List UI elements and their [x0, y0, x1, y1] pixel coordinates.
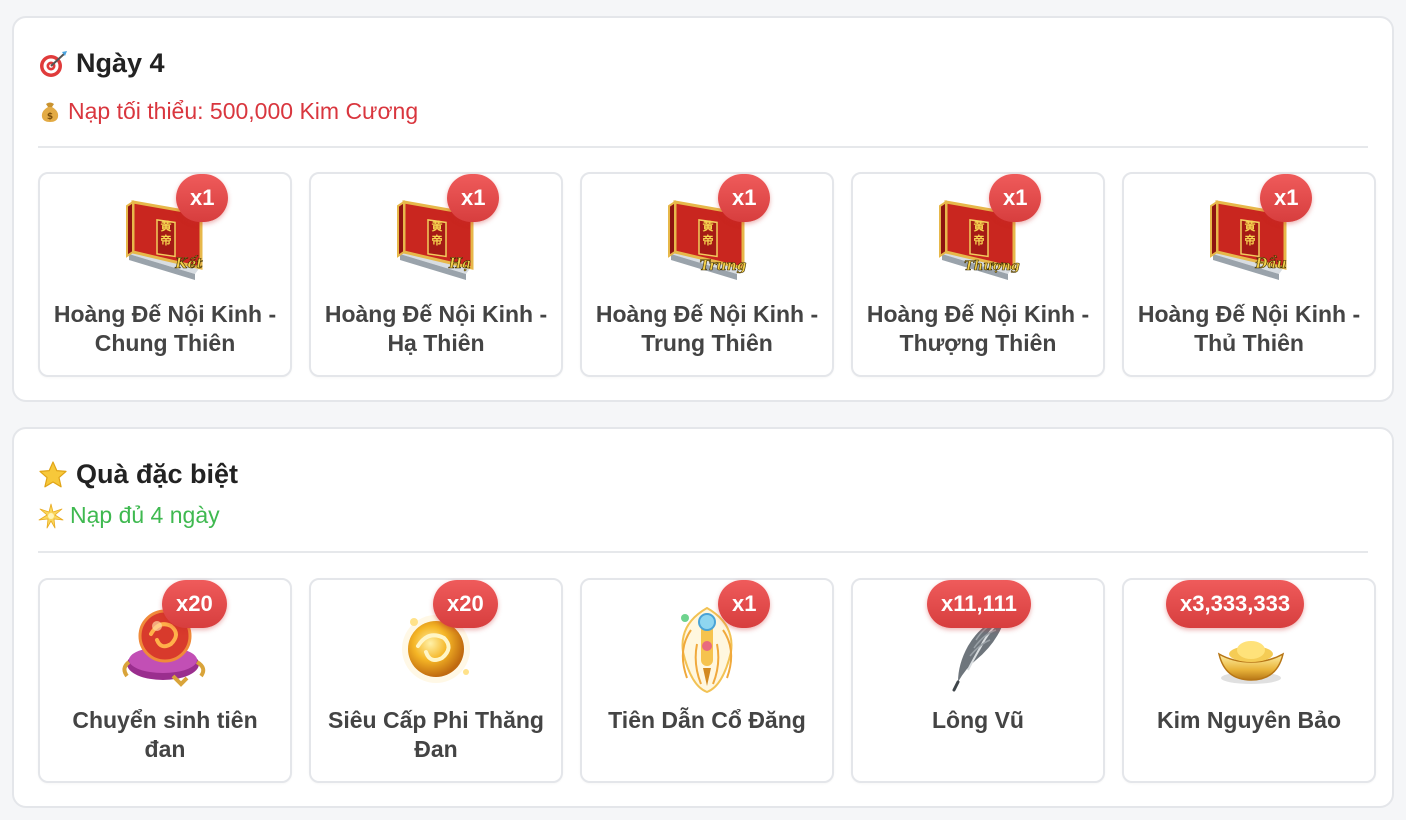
svg-text:黄: 黄 — [161, 219, 172, 233]
reward-name: Chuyển sinh tiên đan — [72, 707, 258, 762]
svg-text:帝: 帝 — [161, 233, 172, 247]
reward-name: Tiên Dẫn Cổ Đăng — [608, 707, 806, 733]
day-4-panel: Ngày 4 $ Nạp tối thiểu: 500,000 Kim Cươn… — [12, 16, 1394, 402]
svg-text:Trung: Trung — [700, 258, 747, 274]
special-title: Quà đặc biệt — [38, 459, 238, 490]
quantity-badge: x3,333,333 — [1166, 580, 1305, 628]
svg-text:黄: 黄 — [703, 219, 714, 233]
reward-card[interactable]: x11,111 Lông Vũ — [851, 578, 1105, 783]
reward-card[interactable]: x3,333,333 Kim Nguyên Bảo — [1122, 578, 1376, 783]
svg-text:帝: 帝 — [703, 233, 714, 247]
quantity-badge: x1 — [447, 174, 500, 222]
special-subtitle-text: Nạp đủ 4 ngày — [70, 502, 220, 528]
svg-text:黄: 黄 — [432, 219, 443, 233]
day-reward-list: 黄 帝 Kết x1 Hoàng Đế Nội Kinh - Chung Thi… — [38, 172, 1376, 377]
reward-name: Hoàng Đế Nội Kinh - Trung Thiên — [595, 301, 819, 356]
quantity-badge: x11,111 — [927, 580, 1031, 628]
reward-name: Siêu Cấp Phi Thăng Đan — [328, 707, 544, 762]
reward-name: Hoàng Đế Nội Kinh - Hạ Thiên — [324, 301, 548, 356]
reward-card[interactable]: 黄 帝 Hạ x1 Hoàng Đế Nội Kinh - Hạ Thiên — [309, 172, 563, 377]
svg-text:帝: 帝 — [974, 233, 985, 247]
section-divider — [38, 551, 1368, 553]
day-subtitle: $ Nạp tối thiểu: 500,000 Kim Cương — [38, 98, 418, 125]
star-icon — [38, 460, 68, 490]
day-title: Ngày 4 — [38, 48, 165, 79]
special-gift-panel: Quà đặc biệt Nạp đủ 4 ngày x20 Chuyển si… — [12, 427, 1394, 808]
reward-card[interactable]: x20 Siêu Cấp Phi Thăng Đan — [309, 578, 563, 783]
svg-text:黄: 黄 — [1245, 219, 1256, 233]
quantity-badge: x1 — [989, 174, 1042, 222]
reward-card[interactable]: 黄 帝 Đầu x1 Hoàng Đế Nội Kinh - Thủ Thiên — [1122, 172, 1376, 377]
reward-name: Hoàng Đế Nội Kinh - Chung Thiên — [53, 301, 277, 356]
glowing-star-icon — [38, 503, 64, 529]
reward-card[interactable]: 黄 帝 Thượng x1 Hoàng Đế Nội Kinh - Thượng… — [851, 172, 1105, 377]
quantity-badge: x1 — [1260, 174, 1313, 222]
special-reward-list: x20 Chuyển sinh tiên đan x20 Siêu Cấp Ph… — [38, 578, 1376, 783]
money-bag-icon: $ — [38, 100, 62, 124]
special-subtitle: Nạp đủ 4 ngày — [38, 502, 220, 529]
quantity-badge: x1 — [176, 174, 229, 222]
target-icon — [38, 49, 68, 79]
day-subtitle-text: Nạp tối thiểu: 500,000 Kim Cương — [68, 98, 419, 124]
svg-text:Hạ: Hạ — [448, 256, 471, 272]
svg-text:帝: 帝 — [432, 233, 443, 247]
reward-name: Lông Vũ — [932, 707, 1024, 733]
quantity-badge: x20 — [433, 580, 498, 628]
reward-card[interactable]: 黄 帝 Kết x1 Hoàng Đế Nội Kinh - Chung Thi… — [38, 172, 292, 377]
svg-text:黄: 黄 — [974, 219, 985, 233]
day-title-text: Ngày 4 — [76, 48, 165, 78]
svg-text:Đầu: Đầu — [1254, 255, 1287, 272]
svg-text:$: $ — [47, 112, 53, 122]
svg-text:Kết: Kết — [174, 254, 203, 272]
reward-name: Hoàng Đế Nội Kinh - Thượng Thiên — [866, 301, 1090, 356]
svg-text:帝: 帝 — [1245, 233, 1256, 247]
reward-card[interactable]: 黄 帝 Trung x1 Hoàng Đế Nội Kinh - Trung T… — [580, 172, 834, 377]
reward-card[interactable]: x1 Tiên Dẫn Cổ Đăng — [580, 578, 834, 783]
section-divider — [38, 146, 1368, 148]
reward-name: Kim Nguyên Bảo — [1156, 707, 1342, 733]
quantity-badge: x1 — [718, 580, 771, 628]
reward-card[interactable]: x20 Chuyển sinh tiên đan — [38, 578, 292, 783]
quantity-badge: x20 — [162, 580, 227, 628]
quantity-badge: x1 — [718, 174, 771, 222]
svg-text:Thượng: Thượng — [964, 259, 1020, 274]
reward-name: Hoàng Đế Nội Kinh - Thủ Thiên — [1137, 301, 1361, 356]
special-title-text: Quà đặc biệt — [76, 459, 239, 489]
